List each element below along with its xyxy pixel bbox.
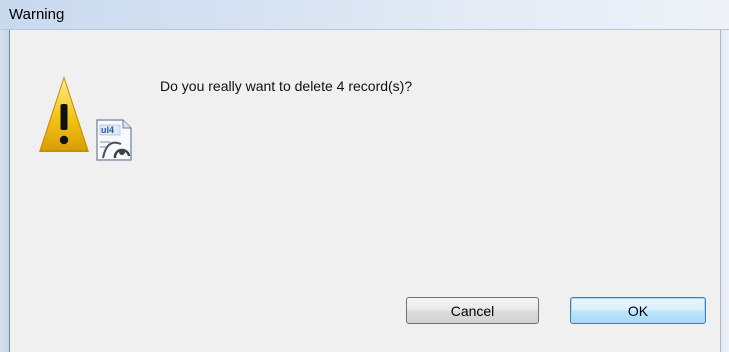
dialog-message: Do you really want to delete 4 record(s)… bbox=[160, 78, 413, 94]
title-bar[interactable]: Warning bbox=[0, 0, 729, 30]
warning-dialog: Warning ul4 Do you really want to delete… bbox=[0, 0, 729, 352]
warning-icon: ul4 bbox=[37, 72, 135, 164]
window-frame-left bbox=[0, 30, 9, 352]
svg-text:ul4: ul4 bbox=[101, 125, 114, 135]
window-frame-right bbox=[721, 30, 729, 352]
document-overlay-icon: ul4 bbox=[96, 119, 132, 161]
cancel-button[interactable]: Cancel bbox=[406, 297, 539, 324]
ok-button[interactable]: OK bbox=[570, 297, 706, 324]
window-title: Warning bbox=[9, 6, 65, 23]
